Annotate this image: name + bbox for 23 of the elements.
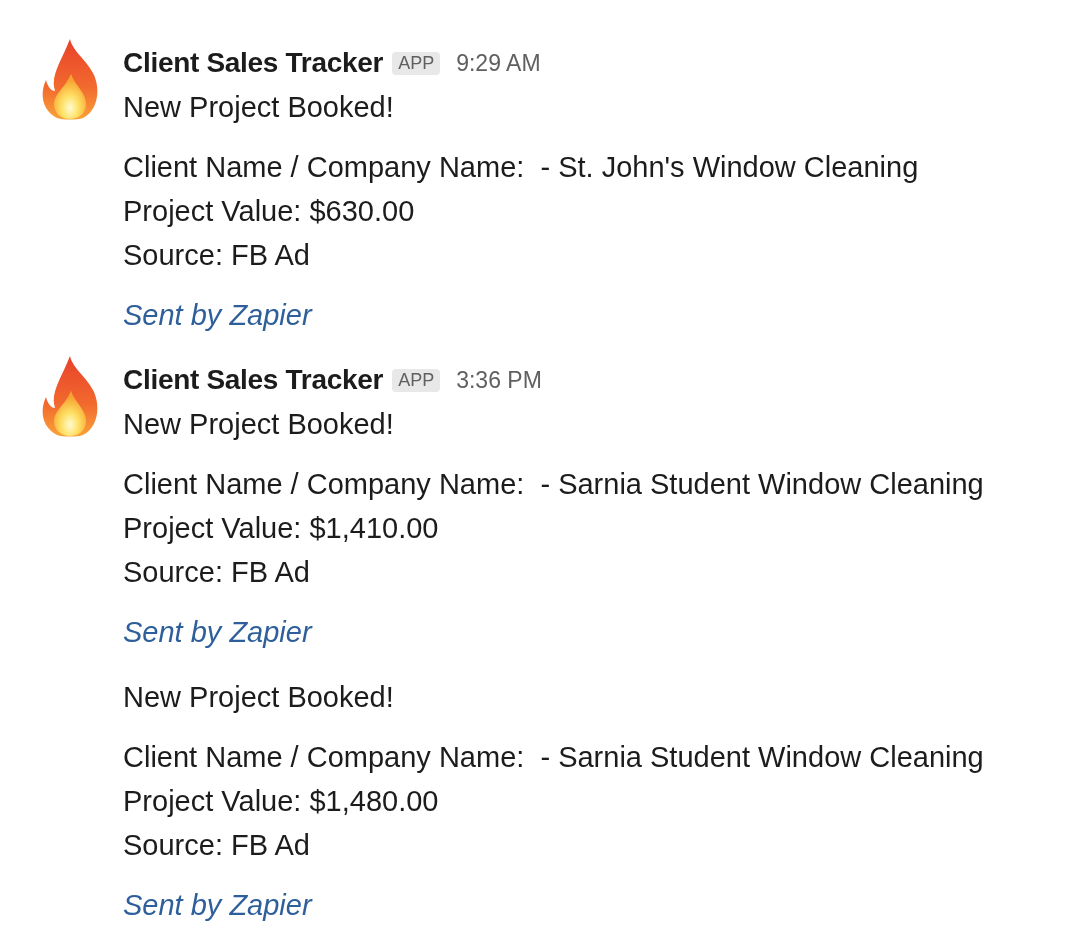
timestamp: 9:29 AM — [456, 48, 541, 78]
message-field: Source: FB Ad — [123, 233, 919, 277]
sent-by-link[interactable]: Sent by Zapier — [123, 889, 312, 921]
app-badge: APP — [392, 51, 441, 75]
flame-icon — [40, 355, 100, 437]
message-field: Client Name / Company Name: - St. John's Window Cleaning — [123, 145, 919, 189]
sent-by-link[interactable]: Sent by Zapier — [123, 299, 312, 331]
app-badge: APP — [392, 368, 441, 392]
message-field: Project Value: $1,410.00 — [123, 506, 984, 550]
message-title: New Project Booked! — [123, 680, 395, 715]
message-field: Project Value: $630.00 — [123, 189, 919, 233]
sender-name: Client Sales Tracker — [123, 363, 384, 397]
message-field: Project Value: $1,480.00 — [123, 779, 984, 823]
timestamp: 3:36 PM — [456, 365, 542, 395]
message-field: Client Name / Company Name: - Sarnia Student Window Cleaning — [123, 735, 984, 779]
message-field: Source: FB Ad — [123, 550, 984, 594]
message-title: New Project Booked! — [123, 90, 395, 125]
message-field: Source: FB Ad — [123, 823, 984, 867]
flame-icon — [40, 38, 100, 120]
message-field: Client Name / Company Name: - Sarnia Student Window Cleaning — [123, 462, 984, 506]
message-title: New Project Booked! — [123, 407, 395, 442]
sent-by-link[interactable]: Sent by Zapier — [123, 616, 312, 648]
sender-name: Client Sales Tracker — [123, 46, 384, 80]
